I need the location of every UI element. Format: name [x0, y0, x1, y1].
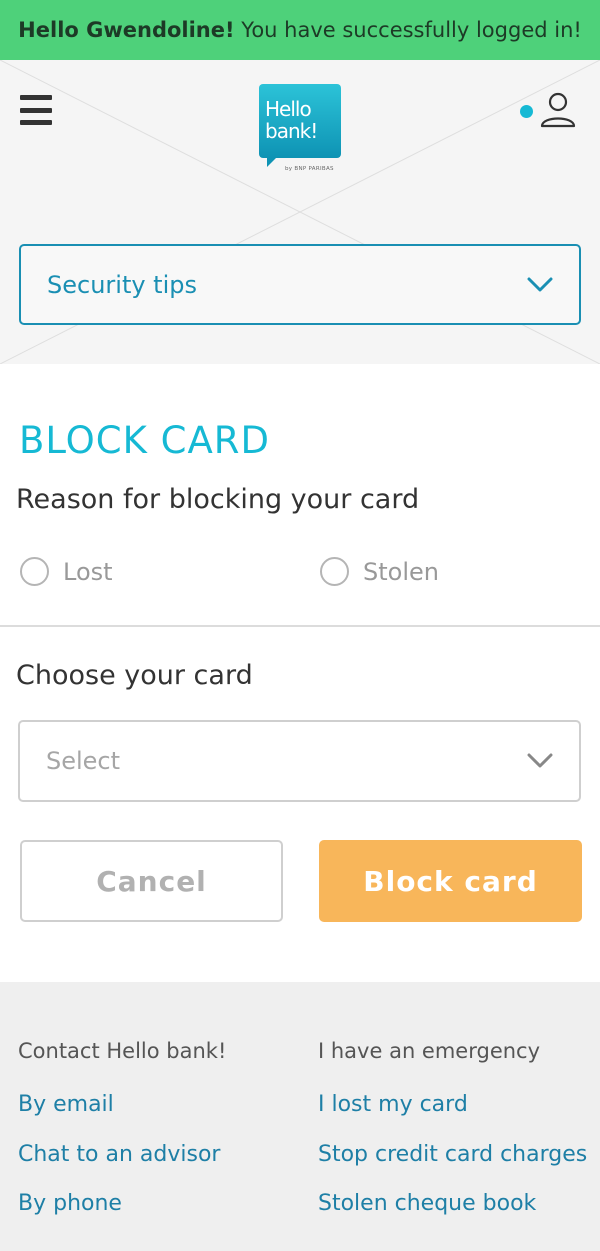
chevron-down-icon — [527, 277, 553, 291]
footer-link-by-phone[interactable]: By phone — [18, 1191, 122, 1216]
radio-circle[interactable] — [320, 557, 349, 586]
security-tips-label: Security tips — [47, 270, 197, 299]
footer-link-chat-advisor[interactable]: Chat to an advisor — [18, 1142, 220, 1167]
user-account-button[interactable] — [518, 92, 580, 130]
footer-emergency-heading: I have an emergency — [318, 1039, 541, 1063]
security-tips-dropdown[interactable]: Security tips — [19, 244, 581, 325]
notification-dot — [520, 105, 533, 118]
radio-lost-label: Lost — [63, 557, 113, 586]
header-area: Hello bank! by BNP PARIBAS Security tips — [0, 60, 600, 364]
footer: Contact Hello bank! By email Chat to an … — [0, 982, 600, 1251]
user-icon — [540, 92, 576, 128]
radio-stolen-label: Stolen — [363, 557, 439, 586]
card-heading: Choose your card — [16, 660, 253, 691]
card-select-placeholder: Select — [46, 747, 121, 775]
menu-icon[interactable] — [20, 95, 52, 125]
footer-link-by-email[interactable]: By email — [18, 1092, 114, 1117]
radio-stolen[interactable]: Stolen — [320, 557, 439, 586]
banner-greeting: Hello Gwendoline! — [18, 18, 235, 42]
logo-line1: Hello — [265, 97, 312, 121]
banner-message: You have successfully logged in! — [241, 18, 582, 42]
login-success-banner: Hello Gwendoline! You have successfully … — [0, 0, 600, 60]
logo-subtitle: by BNP PARIBAS — [285, 166, 334, 172]
logo-tail — [267, 157, 277, 167]
footer-link-lost-card[interactable]: I lost my card — [318, 1092, 468, 1117]
chevron-down-icon — [527, 753, 553, 768]
radio-lost[interactable]: Lost — [20, 557, 113, 586]
block-card-button[interactable]: Block card — [319, 840, 582, 922]
banner-text: Hello Gwendoline! You have successfully … — [18, 18, 582, 42]
logo-box: Hello bank! — [259, 84, 341, 158]
reason-heading: Reason for blocking your card — [16, 484, 420, 515]
hello-bank-logo[interactable]: Hello bank! by BNP PARIBAS — [259, 84, 343, 172]
logo-line2: bank! — [265, 119, 318, 143]
page-title: BLOCK CARD — [19, 419, 271, 462]
radio-circle[interactable] — [20, 557, 49, 586]
footer-link-stolen-cheque[interactable]: Stolen cheque book — [318, 1191, 536, 1216]
footer-contact-heading: Contact Hello bank! — [18, 1039, 227, 1063]
card-select[interactable]: Select — [18, 720, 581, 802]
footer-link-stop-charges[interactable]: Stop credit card charges — [318, 1142, 587, 1167]
section-divider — [0, 625, 600, 627]
cancel-button[interactable]: Cancel — [20, 840, 283, 922]
